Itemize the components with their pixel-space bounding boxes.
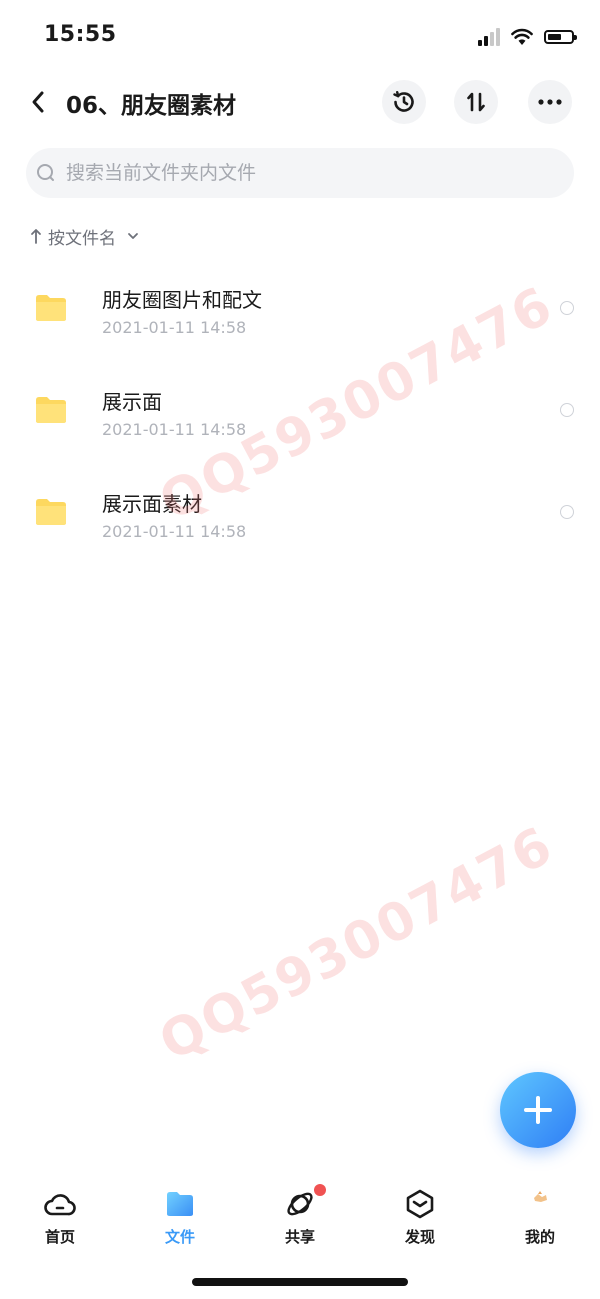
more-button[interactable] bbox=[528, 80, 572, 124]
file-date: 2021-01-11 14:58 bbox=[102, 420, 247, 439]
status-icons bbox=[478, 24, 577, 50]
arrow-up-icon bbox=[31, 229, 41, 244]
folder-icon bbox=[36, 397, 66, 423]
search-box[interactable] bbox=[26, 148, 574, 198]
tab-label: 首页 bbox=[44, 1228, 75, 1246]
file-name: 朋友圈图片和配文 bbox=[102, 288, 262, 312]
file-row[interactable]: 展示面素材 2021-01-11 14:58 bbox=[0, 462, 600, 564]
folder-icon bbox=[167, 1192, 193, 1216]
status-bar: 15:55 bbox=[0, 0, 600, 70]
tab-files[interactable]: 文件 bbox=[120, 1176, 240, 1256]
tab-label: 共享 bbox=[284, 1228, 315, 1246]
orbit-share-icon bbox=[287, 1192, 313, 1216]
battery-icon bbox=[544, 30, 577, 44]
back-button[interactable] bbox=[20, 84, 56, 120]
notification-badge bbox=[314, 1184, 326, 1196]
avatar-icon bbox=[534, 1191, 547, 1202]
sort-selector[interactable]: 按文件名 bbox=[30, 222, 140, 250]
folder-icon bbox=[36, 295, 66, 321]
folder-icon bbox=[36, 499, 66, 525]
chevron-down-icon bbox=[128, 233, 138, 239]
add-button[interactable] bbox=[500, 1072, 576, 1148]
wifi-icon bbox=[511, 28, 533, 45]
cloud-home-icon bbox=[44, 1194, 76, 1216]
history-button[interactable] bbox=[382, 80, 426, 124]
tab-profile[interactable]: 我的 bbox=[480, 1176, 600, 1256]
file-name: 展示面 bbox=[102, 390, 162, 414]
tab-share[interactable]: 共享 bbox=[240, 1176, 360, 1256]
sort-button[interactable] bbox=[454, 80, 498, 124]
select-checkbox[interactable] bbox=[560, 403, 574, 417]
cellular-signal-icon bbox=[478, 28, 500, 46]
search-icon bbox=[37, 164, 54, 181]
watermark: QQ593007476 bbox=[150, 815, 564, 1073]
status-time: 15:55 bbox=[44, 22, 117, 47]
plus-icon bbox=[524, 1096, 552, 1124]
sort-label: 按文件名 bbox=[48, 228, 116, 249]
tab-bar: 首页 文件 共享 发现 我的 bbox=[0, 1176, 600, 1256]
header: 06、朋友圈素材 bbox=[0, 74, 600, 130]
tab-discover[interactable]: 发现 bbox=[360, 1176, 480, 1256]
file-date: 2021-01-11 14:58 bbox=[102, 318, 247, 337]
tab-label: 我的 bbox=[524, 1228, 555, 1246]
tab-label: 发现 bbox=[404, 1228, 435, 1246]
history-icon bbox=[393, 91, 414, 112]
home-indicator bbox=[192, 1278, 408, 1286]
more-icon bbox=[538, 99, 562, 105]
select-checkbox[interactable] bbox=[560, 505, 574, 519]
tab-label: 文件 bbox=[164, 1228, 195, 1246]
page-title: 06、朋友圈素材 bbox=[66, 93, 237, 119]
tab-home[interactable]: 首页 bbox=[0, 1176, 120, 1256]
select-checkbox[interactable] bbox=[560, 301, 574, 315]
search-input[interactable] bbox=[64, 161, 548, 185]
chevron-left-icon bbox=[32, 91, 44, 113]
sort-icon bbox=[467, 92, 485, 112]
cube-discover-icon bbox=[406, 1189, 434, 1219]
